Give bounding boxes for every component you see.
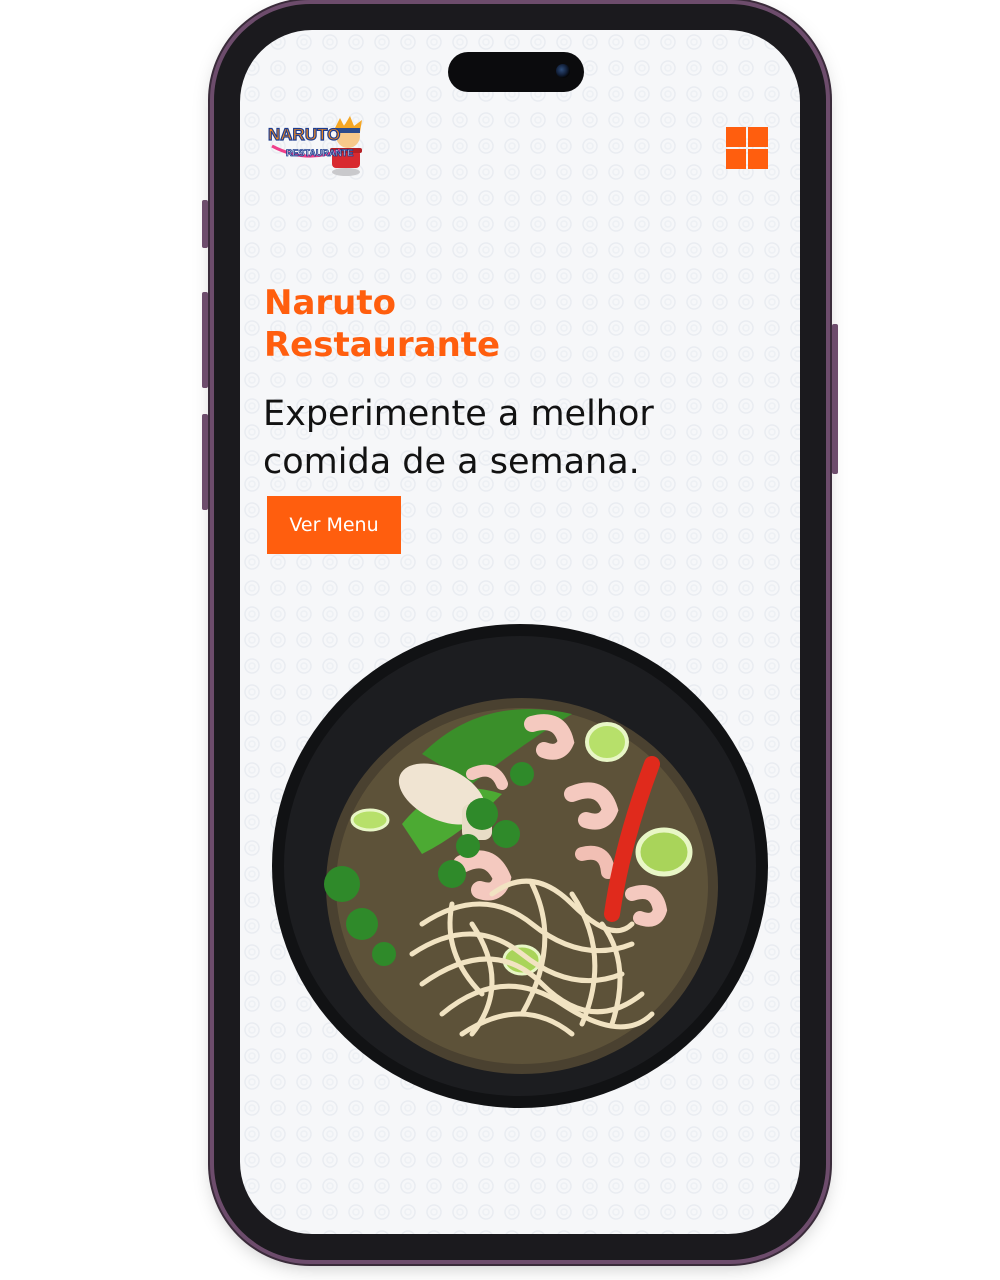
hero-brand-line2: Restaurante xyxy=(264,325,501,365)
phone-screen: NARUTO RESTAURANTE Naruto Restaurante Ex… xyxy=(240,30,800,1234)
volume-down-button xyxy=(202,414,208,510)
grid-menu-icon xyxy=(726,127,746,147)
action-button xyxy=(202,200,208,248)
hero-tagline-line1: Experimente a melhor xyxy=(263,394,654,434)
phone-frame: NARUTO RESTAURANTE Naruto Restaurante Ex… xyxy=(202,4,838,1260)
hero-tagline: Experimente a melhor comida de a semana. xyxy=(263,390,783,486)
front-camera xyxy=(556,64,570,78)
logo-shadow xyxy=(332,168,360,176)
logo-text-naruto: NARUTO xyxy=(268,125,340,144)
power-button xyxy=(832,324,838,474)
grid-menu-button[interactable] xyxy=(726,127,768,169)
naruto-restaurante-logo[interactable]: NARUTO RESTAURANTE xyxy=(266,114,382,180)
hero-tagline-line2: comida de a semana. xyxy=(263,442,640,482)
volume-up-button xyxy=(202,292,208,388)
dynamic-island xyxy=(448,52,584,92)
hero-brand-line1: Naruto xyxy=(264,283,396,323)
ver-menu-button[interactable]: Ver Menu xyxy=(267,496,401,554)
ramen-bowl-image xyxy=(272,624,768,1108)
logo-text-restaurante: RESTAURANTE xyxy=(286,148,353,158)
hero-brand-title: Naruto Restaurante xyxy=(264,282,764,366)
